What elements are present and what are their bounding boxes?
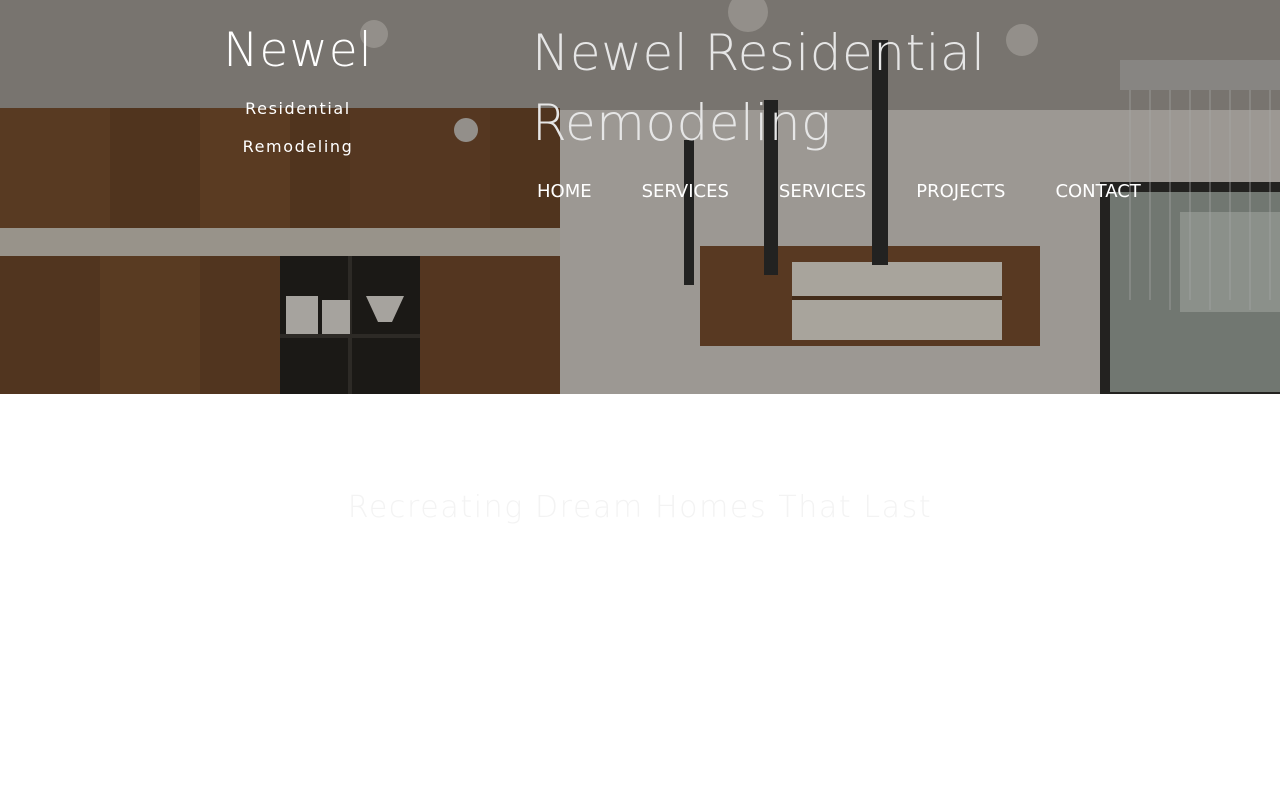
logo-subtitle-line2: Remodeling [242,137,354,156]
hero-banner: Newel Residential Remodeling Newel Resid… [0,0,1280,394]
site-title: Newel Residential Remodeling [532,24,986,152]
page-tagline: Recreating Dream Homes That Last [347,490,933,525]
nav-item-services[interactable]: SERVICES [617,181,754,202]
logo-title: Newel [223,23,373,78]
main-navigation: HOME SERVICES SERVICES PROJECTS CONTACT [512,172,1166,210]
nav-item-services-2[interactable]: SERVICES [754,181,891,202]
logo-subtitle: Residential Remodeling [198,90,398,166]
nav-item-contact[interactable]: CONTACT [1030,181,1165,202]
nav-item-home[interactable]: HOME [512,181,617,202]
nav-item-projects[interactable]: PROJECTS [891,181,1030,202]
logo-subtitle-line1: Residential [245,99,351,118]
site-logo[interactable]: Newel Residential Remodeling [198,22,398,166]
